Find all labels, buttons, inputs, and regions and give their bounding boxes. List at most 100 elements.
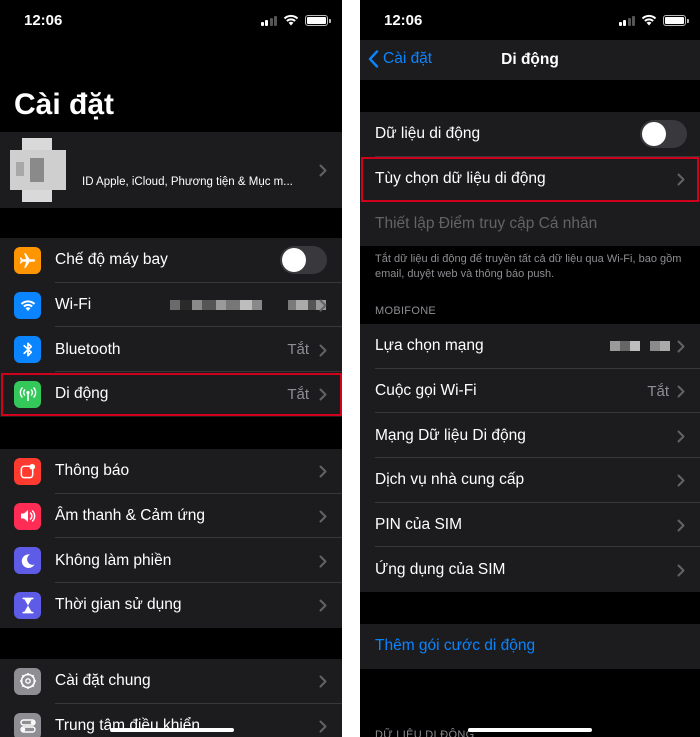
- wifi-status-icon: [283, 14, 299, 26]
- screen-time-label: Thời gian sử dụng: [55, 596, 182, 614]
- sound-speaker-icon: [14, 502, 41, 530]
- status-time: 12:06: [384, 12, 423, 29]
- wifi-label: Wi-Fi: [55, 296, 92, 314]
- airplane-mode-label: Chế độ máy bay: [55, 251, 168, 269]
- do-not-disturb-row[interactable]: Không làm phiền: [0, 538, 342, 584]
- cellular-antenna-icon: [14, 380, 41, 408]
- notifications-icon: [14, 457, 41, 485]
- status-time: 12:06: [24, 12, 63, 29]
- notifications-label: Thông báo: [55, 462, 130, 480]
- signal-icon: [618, 15, 635, 26]
- home-indicator[interactable]: [110, 728, 234, 732]
- chevron-right-icon: [677, 564, 685, 577]
- navigation-bar: Cài đặt Di động: [360, 40, 700, 80]
- gear-icon: [14, 667, 41, 695]
- avatar: [8, 138, 72, 202]
- screen-time-row[interactable]: Thời gian sử dụng: [0, 583, 342, 628]
- chevron-right-icon: [677, 173, 685, 186]
- chevron-right-icon: [319, 344, 327, 357]
- chevron-right-icon: [677, 340, 685, 353]
- redacted-carrier-name: [610, 341, 670, 351]
- bluetooth-label: Bluetooth: [55, 340, 121, 358]
- personal-hotspot-row: Thiết lập Điểm truy cập Cá nhân: [360, 201, 700, 246]
- chevron-right-icon: [319, 599, 327, 612]
- wifi-status-icon: [641, 14, 657, 26]
- signal-icon: [260, 15, 277, 26]
- chevron-right-icon: [319, 299, 327, 312]
- personal-hotspot-label: Thiết lập Điểm truy cập Cá nhân: [375, 214, 598, 232]
- network-selection-label: Lựa chọn mạng: [375, 337, 484, 355]
- cellular-data-network-label: Mạng Dữ liệu Di động: [375, 426, 526, 444]
- add-cellular-plan-row[interactable]: Thêm gói cước di động: [360, 624, 700, 669]
- battery-icon: [305, 14, 331, 26]
- sim-pin-row[interactable]: PIN của SIM: [360, 503, 700, 548]
- chevron-right-icon: [677, 474, 685, 487]
- chevron-right-icon: [677, 519, 685, 532]
- sound-row[interactable]: Âm thanh & Cảm ứng: [0, 494, 342, 539]
- bluetooth-icon: [14, 336, 41, 364]
- chevron-right-icon: [319, 720, 327, 733]
- airplane-mode-toggle[interactable]: [280, 246, 327, 275]
- control-center-icon: [14, 712, 41, 737]
- add-cellular-plan-label: Thêm gói cước di động: [375, 637, 536, 655]
- sound-label: Âm thanh & Cảm ứng: [55, 507, 205, 525]
- add-plan-group: Thêm gói cước di động: [360, 624, 700, 669]
- chevron-right-icon: [319, 510, 327, 523]
- sim-pin-label: PIN của SIM: [375, 516, 462, 534]
- general-group: Cài đặt chung Trung tâm điều khiển: [0, 659, 342, 737]
- sim-applications-label: Ứng dụng của SIM: [375, 560, 506, 578]
- do-not-disturb-label: Không làm phiền: [55, 551, 172, 569]
- redacted-network-name: [170, 299, 326, 310]
- general-row[interactable]: Cài đặt chung: [0, 659, 342, 704]
- bluetooth-row[interactable]: Bluetooth Tắt: [0, 327, 342, 373]
- apple-id-subtitle: ID Apple, iCloud, Phương tiện & Mục m...: [82, 176, 293, 188]
- bluetooth-value: Tắt: [287, 341, 309, 359]
- network-selection-row[interactable]: Lựa chọn mạng: [360, 324, 700, 369]
- hourglass-icon: [14, 591, 41, 619]
- moon-icon: [14, 547, 41, 575]
- wifi-icon: [14, 291, 41, 319]
- cellular-value: Tắt: [287, 385, 309, 403]
- nav-title: Di động: [501, 51, 559, 68]
- carrier-services-row[interactable]: Dịch vụ nhà cung cấp: [360, 458, 700, 503]
- carrier-services-label: Dịch vụ nhà cung cấp: [375, 471, 525, 489]
- notifications-row[interactable]: Thông báo: [0, 449, 342, 494]
- control-center-row[interactable]: Trung tâm điều khiển: [0, 704, 342, 737]
- cellular-data-options-row[interactable]: Tùy chọn dữ liệu di động: [360, 157, 700, 202]
- airplane-icon: [14, 246, 41, 274]
- notifications-group: Thông báo Âm thanh & Cảm ứng Không làm p…: [0, 449, 342, 628]
- cellular-data-row: Dữ liệu di động: [360, 112, 700, 157]
- chevron-right-icon: [319, 465, 327, 478]
- chevron-right-icon: [677, 385, 685, 398]
- cellular-screen: 12:06 Cài đặt Di động Dữ liệu di động Tù…: [360, 0, 700, 737]
- chevron-right-icon: [319, 164, 327, 177]
- cellular-data-toggle[interactable]: [640, 120, 687, 149]
- cellular-data-label: Dữ liệu di động: [375, 125, 481, 143]
- apple-id-row[interactable]: ID Apple, iCloud, Phương tiện & Mục m...: [0, 132, 342, 208]
- sim-applications-row[interactable]: Ứng dụng của SIM: [360, 547, 700, 592]
- wifi-calling-row[interactable]: Cuộc gọi Wi-Fi Tắt: [360, 369, 700, 414]
- status-bar: 12:06: [360, 0, 700, 40]
- cellular-data-group: Dữ liệu di động Tùy chọn dữ liệu di động…: [360, 112, 700, 247]
- carrier-section-header: MOBIFONE: [375, 305, 437, 317]
- wifi-row[interactable]: Wi-Fi: [0, 283, 342, 328]
- wifi-calling-label: Cuộc gọi Wi-Fi: [375, 382, 477, 400]
- cellular-data-section-header: DỮ LIỆU DI ĐỘNG: [375, 729, 475, 737]
- connectivity-group: Chế độ máy bay Wi-Fi Bluetooth Tắt Di độ…: [0, 238, 342, 417]
- chevron-right-icon: [319, 555, 327, 568]
- general-label: Cài đặt chung: [55, 672, 151, 690]
- home-indicator[interactable]: [468, 728, 592, 732]
- wifi-calling-value: Tắt: [647, 382, 669, 400]
- battery-icon: [663, 14, 689, 26]
- settings-screen: 12:06 Cài đặt ID Apple, iCloud, Phương t…: [0, 0, 342, 737]
- page-title: Cài đặt: [14, 88, 115, 121]
- cellular-data-network-row[interactable]: Mạng Dữ liệu Di động: [360, 413, 700, 459]
- cellular-data-options-label: Tùy chọn dữ liệu di động: [375, 170, 546, 188]
- control-center-label: Trung tâm điều khiển: [55, 717, 201, 735]
- carrier-group: Lựa chọn mạng Cuộc gọi Wi-Fi Tắt Mạng Dữ…: [360, 324, 700, 593]
- airplane-mode-row: Chế độ máy bay: [0, 238, 342, 283]
- cellular-data-footnote: Tắt dữ liệu di động để truyền tất cả dữ …: [375, 253, 682, 280]
- chevron-right-icon: [677, 430, 685, 443]
- chevron-right-icon: [319, 388, 327, 401]
- cellular-row[interactable]: Di động Tắt: [0, 372, 342, 417]
